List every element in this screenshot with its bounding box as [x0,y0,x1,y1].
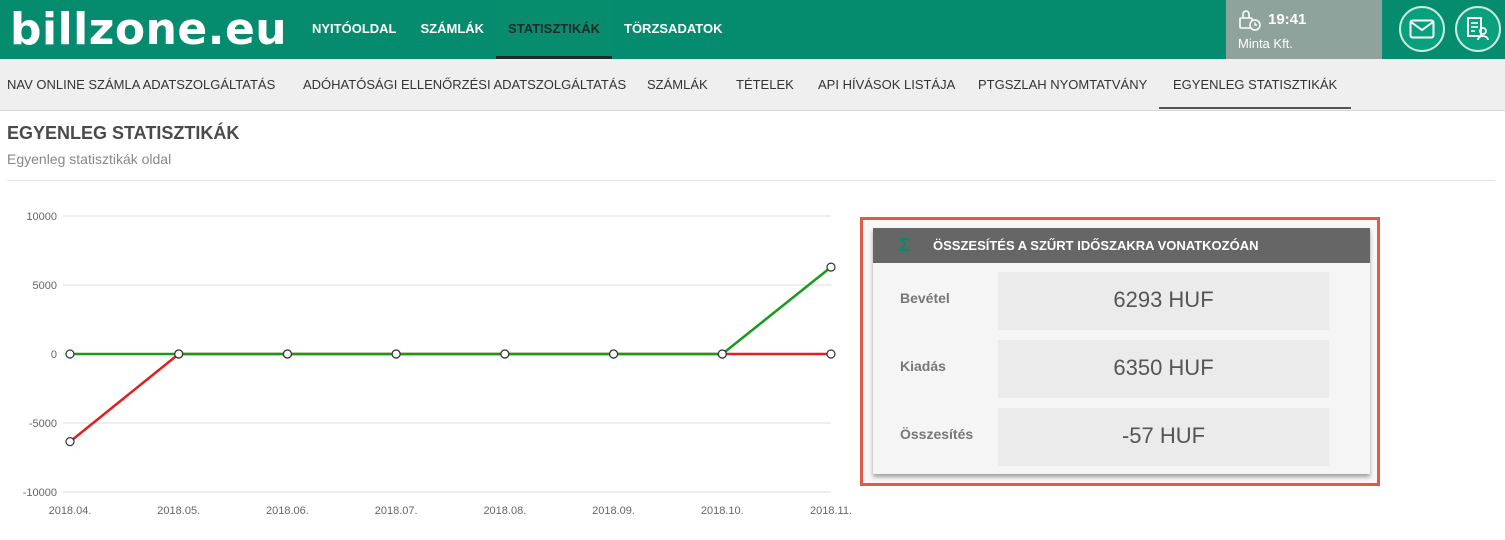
envelope-icon [1409,19,1435,39]
data-point [391,349,401,359]
nav-nyitooldal[interactable]: NYITÓOLDAL [300,0,409,59]
page-title: EGYENLEG STATISZTIKÁK [7,123,240,143]
total-label: Összesítés [900,426,974,442]
total-value: -57 HUF [998,408,1329,466]
x-tick-label: 2018.05. [157,505,200,517]
subnav-tetelek[interactable]: TÉTELEK [736,59,794,111]
subnav-api-hivasok[interactable]: API HÍVÁSOK LISTÁJA [818,59,955,111]
subnav-adohatosagi[interactable]: ADÓHATÓSÁGI ELLENŐRZÉSI ADATSZOLGÁLTATÁS [303,59,626,111]
income-value: 6293 HUF [998,272,1329,330]
x-tick-label: 2018.07. [375,505,418,517]
data-point [500,349,510,359]
sub-nav: NAV ONLINE SZÁMLA ADATSZOLGÁLTATÁS ADÓHA… [0,59,1505,111]
balance-line-chart: 10000 5000 0 -5000 -10000 2018.04. 2018.05. 201… [23,211,852,517]
x-tick-label: 2018.08. [483,505,526,517]
data-point [826,349,836,359]
expense-label: Kiadás [900,358,946,374]
series-line-1 [70,266,832,356]
expense-value: 6350 HUF [998,340,1329,398]
data-point [65,437,75,447]
document-user-icon [1467,17,1489,41]
company-name: Minta Kft. [1238,36,1293,51]
subnav-egyenleg-statisztikak[interactable]: EGYENLEG STATISZTIKÁK [1159,59,1352,109]
subnav-szamlak[interactable]: SZÁMLÁK [647,59,708,111]
x-tick-label: 2018.10. [701,505,744,517]
divider [7,180,1495,181]
lock-clock-icon [1239,10,1261,31]
nav-torzsadatok[interactable]: TÖRZSADATOK [612,0,734,59]
page-subtitle: Egyenleg statisztikák oldal [7,151,172,167]
x-tick-label: 2018.11. [810,505,852,517]
nav-statisztikak-label: STATISZTIKÁK [508,21,600,36]
y-tick-label: 10000 [26,211,57,223]
user-session-box[interactable]: 19:41 Minta Kft. [1226,0,1382,59]
data-point [174,349,184,359]
x-tick-label: 2018.09. [592,505,635,517]
y-tick-label: -10000 [23,487,57,499]
y-tick-label: 0 [51,349,57,361]
summary-panel: Σ ÖSSZESÍTÉS A SZŰRT IDŐSZAKRA VONATKOZÓ… [860,217,1380,486]
income-label: Bevétel [900,290,950,306]
summary-title: ÖSSZESÍTÉS A SZŰRT IDŐSZAKRA VONATKOZÓAN [933,238,1259,253]
data-point [608,349,619,359]
logo[interactable]: billzone.eu [10,4,287,56]
data-point [282,349,293,359]
data-point [826,262,836,272]
subnav-nav-online-szamla[interactable]: NAV ONLINE SZÁMLA ADATSZOLGÁLTATÁS [7,59,275,111]
x-tick-label: 2018.06. [266,505,309,517]
x-tick-label: 2018.04. [49,505,92,517]
nav-statisztikak[interactable]: STATISZTIKÁK [496,0,612,59]
nav-szamlak[interactable]: SZÁMLÁK [409,0,497,59]
summary-header: Σ ÖSSZESÍTÉS A SZŰRT IDŐSZAKRA VONATKOZÓ… [873,228,1370,263]
y-tick-label: 5000 [33,280,57,292]
messages-button[interactable] [1399,6,1445,52]
top-bar: billzone.eu NYITÓOLDAL SZÁMLÁK STATISZTI… [0,0,1505,59]
session-time: 19:41 [1268,11,1307,28]
data-point [717,349,727,359]
summary-card: Σ ÖSSZESÍTÉS A SZŰRT IDŐSZAKRA VONATKOZÓ… [873,228,1370,474]
user-profile-button[interactable] [1455,6,1501,52]
sigma-icon: Σ [899,235,910,255]
main-nav: NYITÓOLDAL SZÁMLÁK STATISZTIKÁK TÖRZSADA… [300,0,734,59]
series-line-0 [69,352,831,443]
data-point [65,349,75,359]
subnav-ptgszlah[interactable]: PTGSZLAH NYOMTATVÁNY [978,59,1147,111]
y-tick-label: -5000 [29,418,57,430]
